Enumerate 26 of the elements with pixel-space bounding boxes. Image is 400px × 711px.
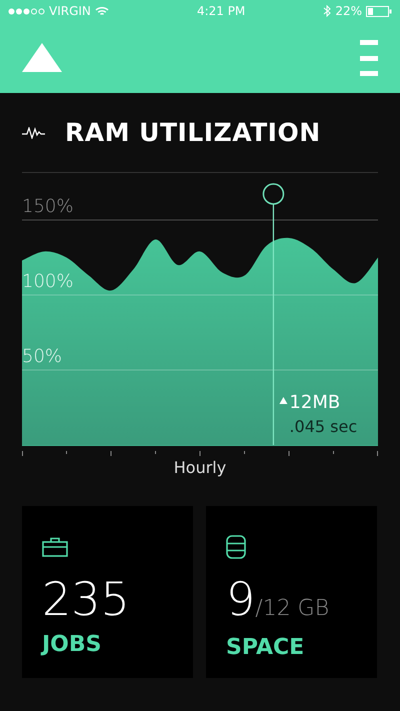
briefcase-icon	[42, 536, 68, 557]
grid-label: 150%	[22, 196, 74, 217]
menu-icon[interactable]	[360, 40, 378, 76]
database-icon	[226, 534, 246, 559]
up-arrow-icon	[279, 397, 288, 404]
stat-label: SPACE	[226, 635, 304, 660]
stat-value: 235	[42, 572, 130, 626]
stat-unit: /12 GB	[255, 596, 330, 621]
battery-icon	[366, 6, 392, 16]
wifi-icon	[94, 6, 109, 16]
grid-label: 50%	[22, 346, 62, 367]
signal-icon	[8, 8, 45, 14]
carrier-name: VIRGIN	[49, 3, 91, 20]
pulse-icon	[22, 126, 45, 138]
bluetooth-icon	[323, 5, 332, 17]
grid-label: 100%	[22, 271, 74, 292]
battery-percent: 22%	[335, 3, 362, 20]
clock-time: 4:21 PM	[196, 3, 246, 20]
panel-title: RAM UTILIZATION	[65, 116, 321, 149]
triangle-logo[interactable]	[22, 43, 62, 72]
stat-value: 9	[226, 572, 256, 626]
annotation-detail: .045 sec	[289, 417, 358, 436]
annotation-value: 12MB	[289, 392, 340, 413]
stat-label: JOBS	[42, 632, 102, 657]
marker-line[interactable]	[262, 183, 284, 445]
x-axis-label: Hourly	[174, 458, 226, 477]
